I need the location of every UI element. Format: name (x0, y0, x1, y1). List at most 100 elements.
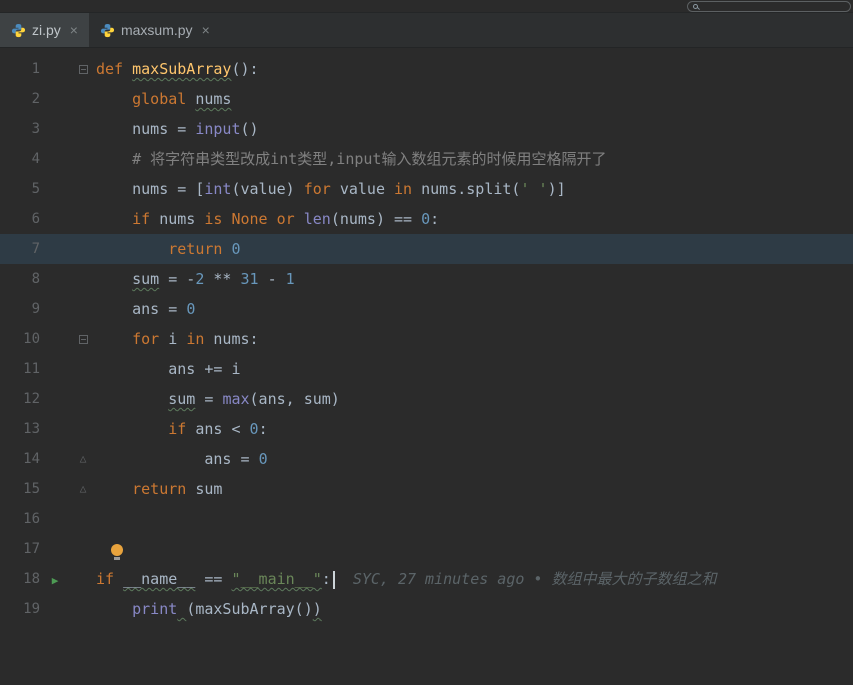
gutter-run-slot (40, 294, 70, 324)
line-number[interactable]: 4 (0, 144, 40, 174)
gutter-fold-slot (70, 204, 96, 234)
code-text[interactable]: if ans < 0: (96, 414, 853, 444)
close-icon[interactable]: × (70, 22, 78, 38)
code-token: if (96, 570, 124, 588)
code-editor[interactable]: 1 def maxSubArray(): 2 global nums 3 nums =… (0, 48, 853, 685)
code-text[interactable]: nums = [int(value) for value in nums.spl… (96, 174, 853, 204)
code-text[interactable]: return 0 (96, 234, 853, 264)
line-number[interactable]: 15 (0, 474, 40, 504)
code-text[interactable]: return sum (96, 474, 853, 504)
gutter-run-slot (40, 264, 70, 294)
line-number[interactable]: 6 (0, 204, 40, 234)
gutter-fold-slot: △ (70, 444, 96, 474)
code-line[interactable]: 1 def maxSubArray(): (0, 54, 853, 84)
code-text[interactable]: def maxSubArray(): (96, 54, 853, 84)
fold-end-icon[interactable]: △ (80, 444, 87, 474)
code-line[interactable]: 8 sum = -2 ** 31 - 1 (0, 264, 853, 294)
run-button-icon[interactable]: ▶ (52, 574, 59, 587)
line-number[interactable]: 1 (0, 54, 40, 84)
fold-end-icon[interactable]: △ (80, 474, 87, 504)
line-number[interactable]: 7 (0, 234, 40, 264)
code-line[interactable]: 19 print (maxSubArray()) (0, 594, 853, 624)
intention-bulb-icon[interactable] (111, 543, 124, 560)
gutter-fold-slot (70, 354, 96, 384)
code-token: # 将字符串类型改成int类型,input输入数组元素的时候用空格隔开了 (132, 150, 607, 168)
code-line[interactable]: 11 ans += i (0, 354, 853, 384)
code-line[interactable]: 6 if nums is None or len(nums) == 0: (0, 204, 853, 234)
fold-collapse-icon[interactable] (78, 64, 88, 74)
code-line[interactable]: 15 △ return sum (0, 474, 853, 504)
gutter-run-slot (40, 474, 70, 504)
line-number[interactable]: 3 (0, 114, 40, 144)
code-line[interactable]: 5 nums = [int(value) for value in nums.s… (0, 174, 853, 204)
code-line[interactable]: 4 # 将字符串类型改成int类型,input输入数组元素的时候用空格隔开了 (0, 144, 853, 174)
code-text[interactable]: sum = max(ans, sum) (96, 384, 853, 414)
code-text[interactable]: ans = 0 (96, 444, 853, 474)
code-token: if (168, 420, 187, 438)
line-number[interactable]: 14 (0, 444, 40, 474)
code-token: nums.split( (412, 180, 521, 198)
line-number[interactable]: 12 (0, 384, 40, 414)
fold-collapse-icon[interactable] (78, 334, 88, 344)
line-number[interactable]: 17 (0, 534, 40, 564)
code-text[interactable]: global nums (96, 84, 853, 114)
code-text[interactable] (96, 504, 853, 534)
code-line[interactable]: 12 sum = max(ans, sum) (0, 384, 853, 414)
code-line[interactable]: 17 (0, 534, 853, 564)
code-text[interactable] (96, 534, 853, 564)
code-text[interactable]: print (maxSubArray()) (96, 594, 853, 624)
tab-maxsum-py[interactable]: maxsum.py × (89, 13, 221, 47)
code-line[interactable]: 9 ans = 0 (0, 294, 853, 324)
gutter-fold-slot (70, 414, 96, 444)
code-token: 1 (285, 270, 295, 288)
gutter-fold-slot (70, 114, 96, 144)
code-line[interactable]: 2 global nums (0, 84, 853, 114)
line-number[interactable]: 19 (0, 594, 40, 624)
code-text[interactable]: if __name__ == "__main__": SYC, 27 minute… (96, 564, 853, 594)
code-token: i (159, 330, 187, 348)
line-number[interactable]: 16 (0, 504, 40, 534)
code-line[interactable]: 18 ▶ if __name__ == "__main__": SYC, 27 min… (0, 564, 853, 594)
code-text[interactable]: for i in nums: (96, 324, 853, 354)
code-line[interactable]: 16 (0, 504, 853, 534)
code-text[interactable]: nums = input() (96, 114, 853, 144)
line-number[interactable]: 5 (0, 174, 40, 204)
code-text[interactable]: ans += i (96, 354, 853, 384)
code-line[interactable]: 10 for i in nums: (0, 324, 853, 354)
code-line[interactable]: 3 nums = input() (0, 114, 853, 144)
code-token: len (303, 210, 331, 228)
code-token: if (132, 210, 151, 228)
tab-label: zi.py (32, 22, 61, 38)
gutter-fold-slot (70, 594, 96, 624)
code-token: sum (132, 270, 160, 288)
line-number[interactable]: 13 (0, 414, 40, 444)
line-number[interactable]: 8 (0, 264, 40, 294)
close-icon[interactable]: × (202, 22, 210, 38)
code-text[interactable]: ans = 0 (96, 294, 853, 324)
code-token: nums (195, 90, 232, 108)
line-number[interactable]: 11 (0, 354, 40, 384)
gutter-run-slot (40, 354, 70, 384)
search-box[interactable] (687, 0, 851, 12)
line-number[interactable]: 9 (0, 294, 40, 324)
code-token: = - (159, 270, 196, 288)
code-line[interactable]: 13 if ans < 0: (0, 414, 853, 444)
code-line[interactable]: 14 △ ans = 0 (0, 444, 853, 474)
code-text[interactable]: sum = -2 ** 31 - 1 (96, 264, 853, 294)
code-text[interactable]: # 将字符串类型改成int类型,input输入数组元素的时候用空格隔开了 (96, 144, 853, 174)
code-line[interactable]: 7 return 0 (0, 234, 853, 264)
code-text[interactable]: if nums is None or len(nums) == 0: (96, 204, 853, 234)
code-token: ans = (96, 450, 259, 468)
gutter-run-slot (40, 144, 70, 174)
line-number[interactable]: 2 (0, 84, 40, 114)
line-number[interactable]: 18 (0, 564, 40, 594)
tab-zi-py[interactable]: zi.py × (0, 13, 89, 47)
line-number[interactable]: 10 (0, 324, 40, 354)
code-token: (maxSubArray() (186, 600, 313, 618)
